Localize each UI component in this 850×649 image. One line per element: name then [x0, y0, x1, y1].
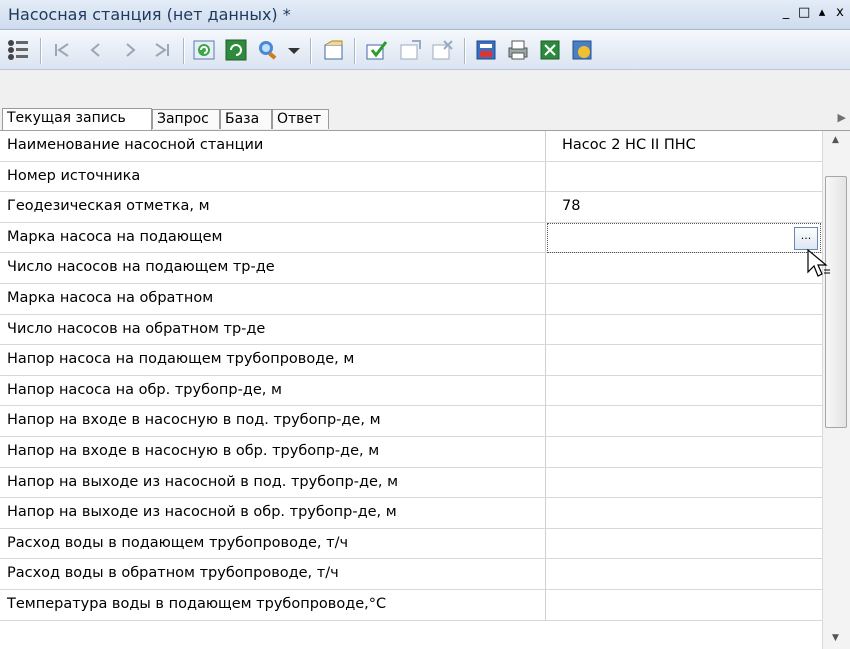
- tab-query[interactable]: Запрос: [152, 109, 220, 129]
- property-name: Марка насоса на подающем: [0, 222, 546, 253]
- scroll-up-icon[interactable]: ▲: [832, 135, 839, 145]
- save-db-icon[interactable]: [474, 38, 498, 62]
- property-name: Марка насоса на обратном: [0, 284, 546, 314]
- scrollbar-thumb[interactable]: [825, 176, 847, 428]
- toolbar: [0, 30, 850, 70]
- scroll-down-icon[interactable]: ▼: [832, 633, 839, 643]
- property-value[interactable]: Насос 2 НС II ПНС: [547, 131, 822, 161]
- property-name: Наименование насосной станции: [0, 131, 546, 161]
- query-icon[interactable]: [256, 38, 280, 62]
- export-icon[interactable]: [538, 38, 562, 62]
- property-name: Напор на выходе из насосной в обр. трубо…: [0, 498, 546, 528]
- property-row[interactable]: Напор насоса на обр. трубопр-де, м: [0, 375, 822, 407]
- property-value[interactable]: 78: [547, 192, 822, 222]
- property-value[interactable]: [547, 253, 822, 283]
- close-button[interactable]: x: [834, 4, 846, 22]
- maximize-button[interactable]: □: [798, 4, 810, 22]
- property-name: Геодезическая отметка, м: [0, 192, 546, 222]
- property-value[interactable]: [547, 376, 822, 406]
- property-row[interactable]: Температура воды в подающем трубопроводе…: [0, 590, 822, 621]
- minimize-button[interactable]: _: [780, 4, 792, 22]
- property-row[interactable]: Число насосов на подающем тр-де: [0, 253, 822, 284]
- print-icon[interactable]: [506, 38, 530, 62]
- property-name: Расход воды в обратном трубопроводе, т/ч: [0, 559, 546, 589]
- property-value-editor[interactable]: ...: [547, 222, 821, 253]
- property-row[interactable]: Наименование насосной станции Насос 2 НС …: [0, 131, 822, 162]
- insert-icon[interactable]: [398, 38, 422, 62]
- property-grid: Наименование насосной станции Насос 2 НС …: [0, 131, 822, 649]
- mouse-cursor-icon: [806, 248, 832, 286]
- sync-icon[interactable]: [224, 38, 248, 62]
- tab-database[interactable]: База: [220, 109, 272, 129]
- dropdown-icon[interactable]: [282, 38, 306, 62]
- property-row[interactable]: Напор насоса на подающем трубопроводе, м: [0, 345, 822, 376]
- property-name: Напор на входе в насосную в обр. трубопр…: [0, 437, 546, 467]
- property-row[interactable]: Напор на выходе из насосной в обр. трубо…: [0, 498, 822, 529]
- property-value[interactable]: [547, 315, 822, 345]
- collapse-button[interactable]: ▴: [816, 4, 828, 22]
- window-titlebar: Насосная станция (нет данных) * _ □ ▴ x: [0, 0, 850, 30]
- first-record-icon[interactable]: [50, 38, 74, 62]
- ellipsis-button[interactable]: ...: [794, 226, 818, 250]
- grid-view-icon[interactable]: [6, 38, 30, 62]
- property-value[interactable]: [547, 162, 822, 192]
- property-name: Температура воды в подающем трубопроводе…: [0, 590, 546, 620]
- property-row[interactable]: Напор на входе в насосную в обр. трубопр…: [0, 437, 822, 468]
- property-value[interactable]: [547, 468, 822, 498]
- property-row[interactable]: Напор на входе в насосную в под. трубопр…: [0, 406, 822, 437]
- last-record-icon[interactable]: [150, 38, 174, 62]
- property-value[interactable]: [547, 529, 822, 559]
- window-title: Насосная станция (нет данных) *: [8, 5, 291, 24]
- property-value[interactable]: [547, 345, 822, 375]
- settings-icon[interactable]: [570, 38, 594, 62]
- property-value[interactable]: [547, 284, 822, 314]
- property-row[interactable]: Марка насоса на подающем...: [0, 222, 822, 254]
- property-value[interactable]: [547, 437, 822, 467]
- tab-scroll-right-icon[interactable]: ▶: [838, 111, 846, 124]
- property-name: Номер источника: [0, 161, 546, 192]
- delete-icon[interactable]: [430, 38, 454, 62]
- property-row[interactable]: Номер источника: [0, 161, 822, 193]
- apply-icon[interactable]: [364, 38, 388, 62]
- property-name: Число насосов на подающем тр-де: [0, 253, 546, 283]
- property-name: Напор насоса на подающем трубопроводе, м: [0, 345, 546, 375]
- tab-bar: Текущая запись Запрос База Ответ ▶: [0, 108, 850, 131]
- property-row[interactable]: Расход воды в обратном трубопроводе, т/ч: [0, 559, 822, 590]
- prev-record-icon[interactable]: [84, 38, 108, 62]
- property-value[interactable]: [547, 498, 822, 528]
- property-value[interactable]: [547, 590, 822, 620]
- property-row[interactable]: Геодезическая отметка, м 78: [0, 192, 822, 223]
- property-row[interactable]: Число насосов на обратном тр-де: [0, 314, 822, 346]
- property-row[interactable]: Марка насоса на обратном: [0, 284, 822, 315]
- property-value[interactable]: [547, 559, 822, 589]
- property-name: Напор на входе в насосную в под. трубопр…: [0, 406, 546, 436]
- property-value[interactable]: [547, 406, 822, 436]
- property-name: Напор на выходе из насосной в под. трубо…: [0, 467, 546, 498]
- property-name: Число насосов на обратном тр-де: [0, 314, 546, 345]
- tab-response[interactable]: Ответ: [272, 109, 329, 129]
- property-row[interactable]: Напор на выходе из насосной в под. трубо…: [0, 467, 822, 499]
- refresh-icon[interactable]: [192, 38, 216, 62]
- property-name: Расход воды в подающем трубопроводе, т/ч: [0, 528, 546, 559]
- property-row[interactable]: Расход воды в подающем трубопроводе, т/ч: [0, 528, 822, 560]
- vertical-scrollbar[interactable]: ▲ ▼: [822, 131, 850, 649]
- property-name: Напор насоса на обр. трубопр-де, м: [0, 375, 546, 406]
- tab-current-record[interactable]: Текущая запись: [2, 108, 152, 130]
- next-record-icon[interactable]: [118, 38, 142, 62]
- new-record-icon[interactable]: [322, 38, 346, 62]
